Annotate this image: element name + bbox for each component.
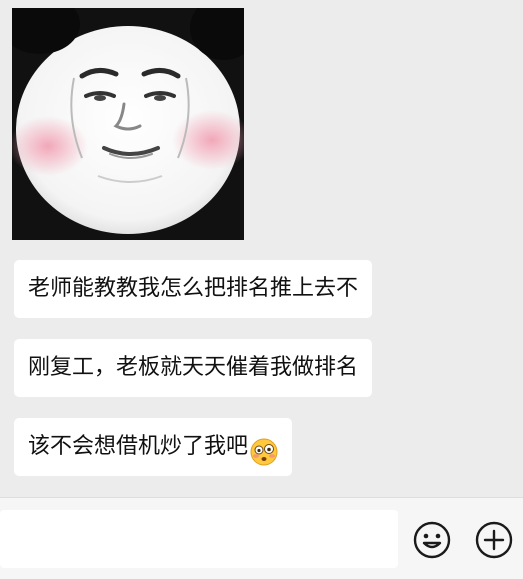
panda-face-icon	[12, 8, 244, 240]
smiley-icon	[413, 521, 451, 559]
input-bar	[0, 497, 523, 579]
emoji-button[interactable]	[412, 520, 452, 560]
chat-area: 老师能教教我怎么把排名推上去不 刚复工，老板就天天催着我做排名 该不会想借机炒了…	[0, 0, 523, 497]
panda-meme-sticker[interactable]	[12, 8, 244, 240]
message-bubble[interactable]: 刚复工，老板就天天催着我做排名	[14, 339, 373, 397]
plus-circle-icon	[475, 521, 513, 559]
message-text: 该不会想借机炒了我吧	[28, 434, 249, 459]
message-text: 刚复工，老板就天天催着我做排名	[28, 355, 359, 380]
message-bubble[interactable]: 该不会想借机炒了我吧	[14, 418, 293, 476]
flushed-face-icon	[250, 431, 278, 466]
message-input[interactable]	[0, 510, 398, 568]
more-button[interactable]	[474, 520, 514, 560]
message-text: 老师能教教我怎么把排名推上去不	[28, 276, 359, 301]
message-bubble[interactable]: 老师能教教我怎么把排名推上去不	[14, 260, 373, 318]
